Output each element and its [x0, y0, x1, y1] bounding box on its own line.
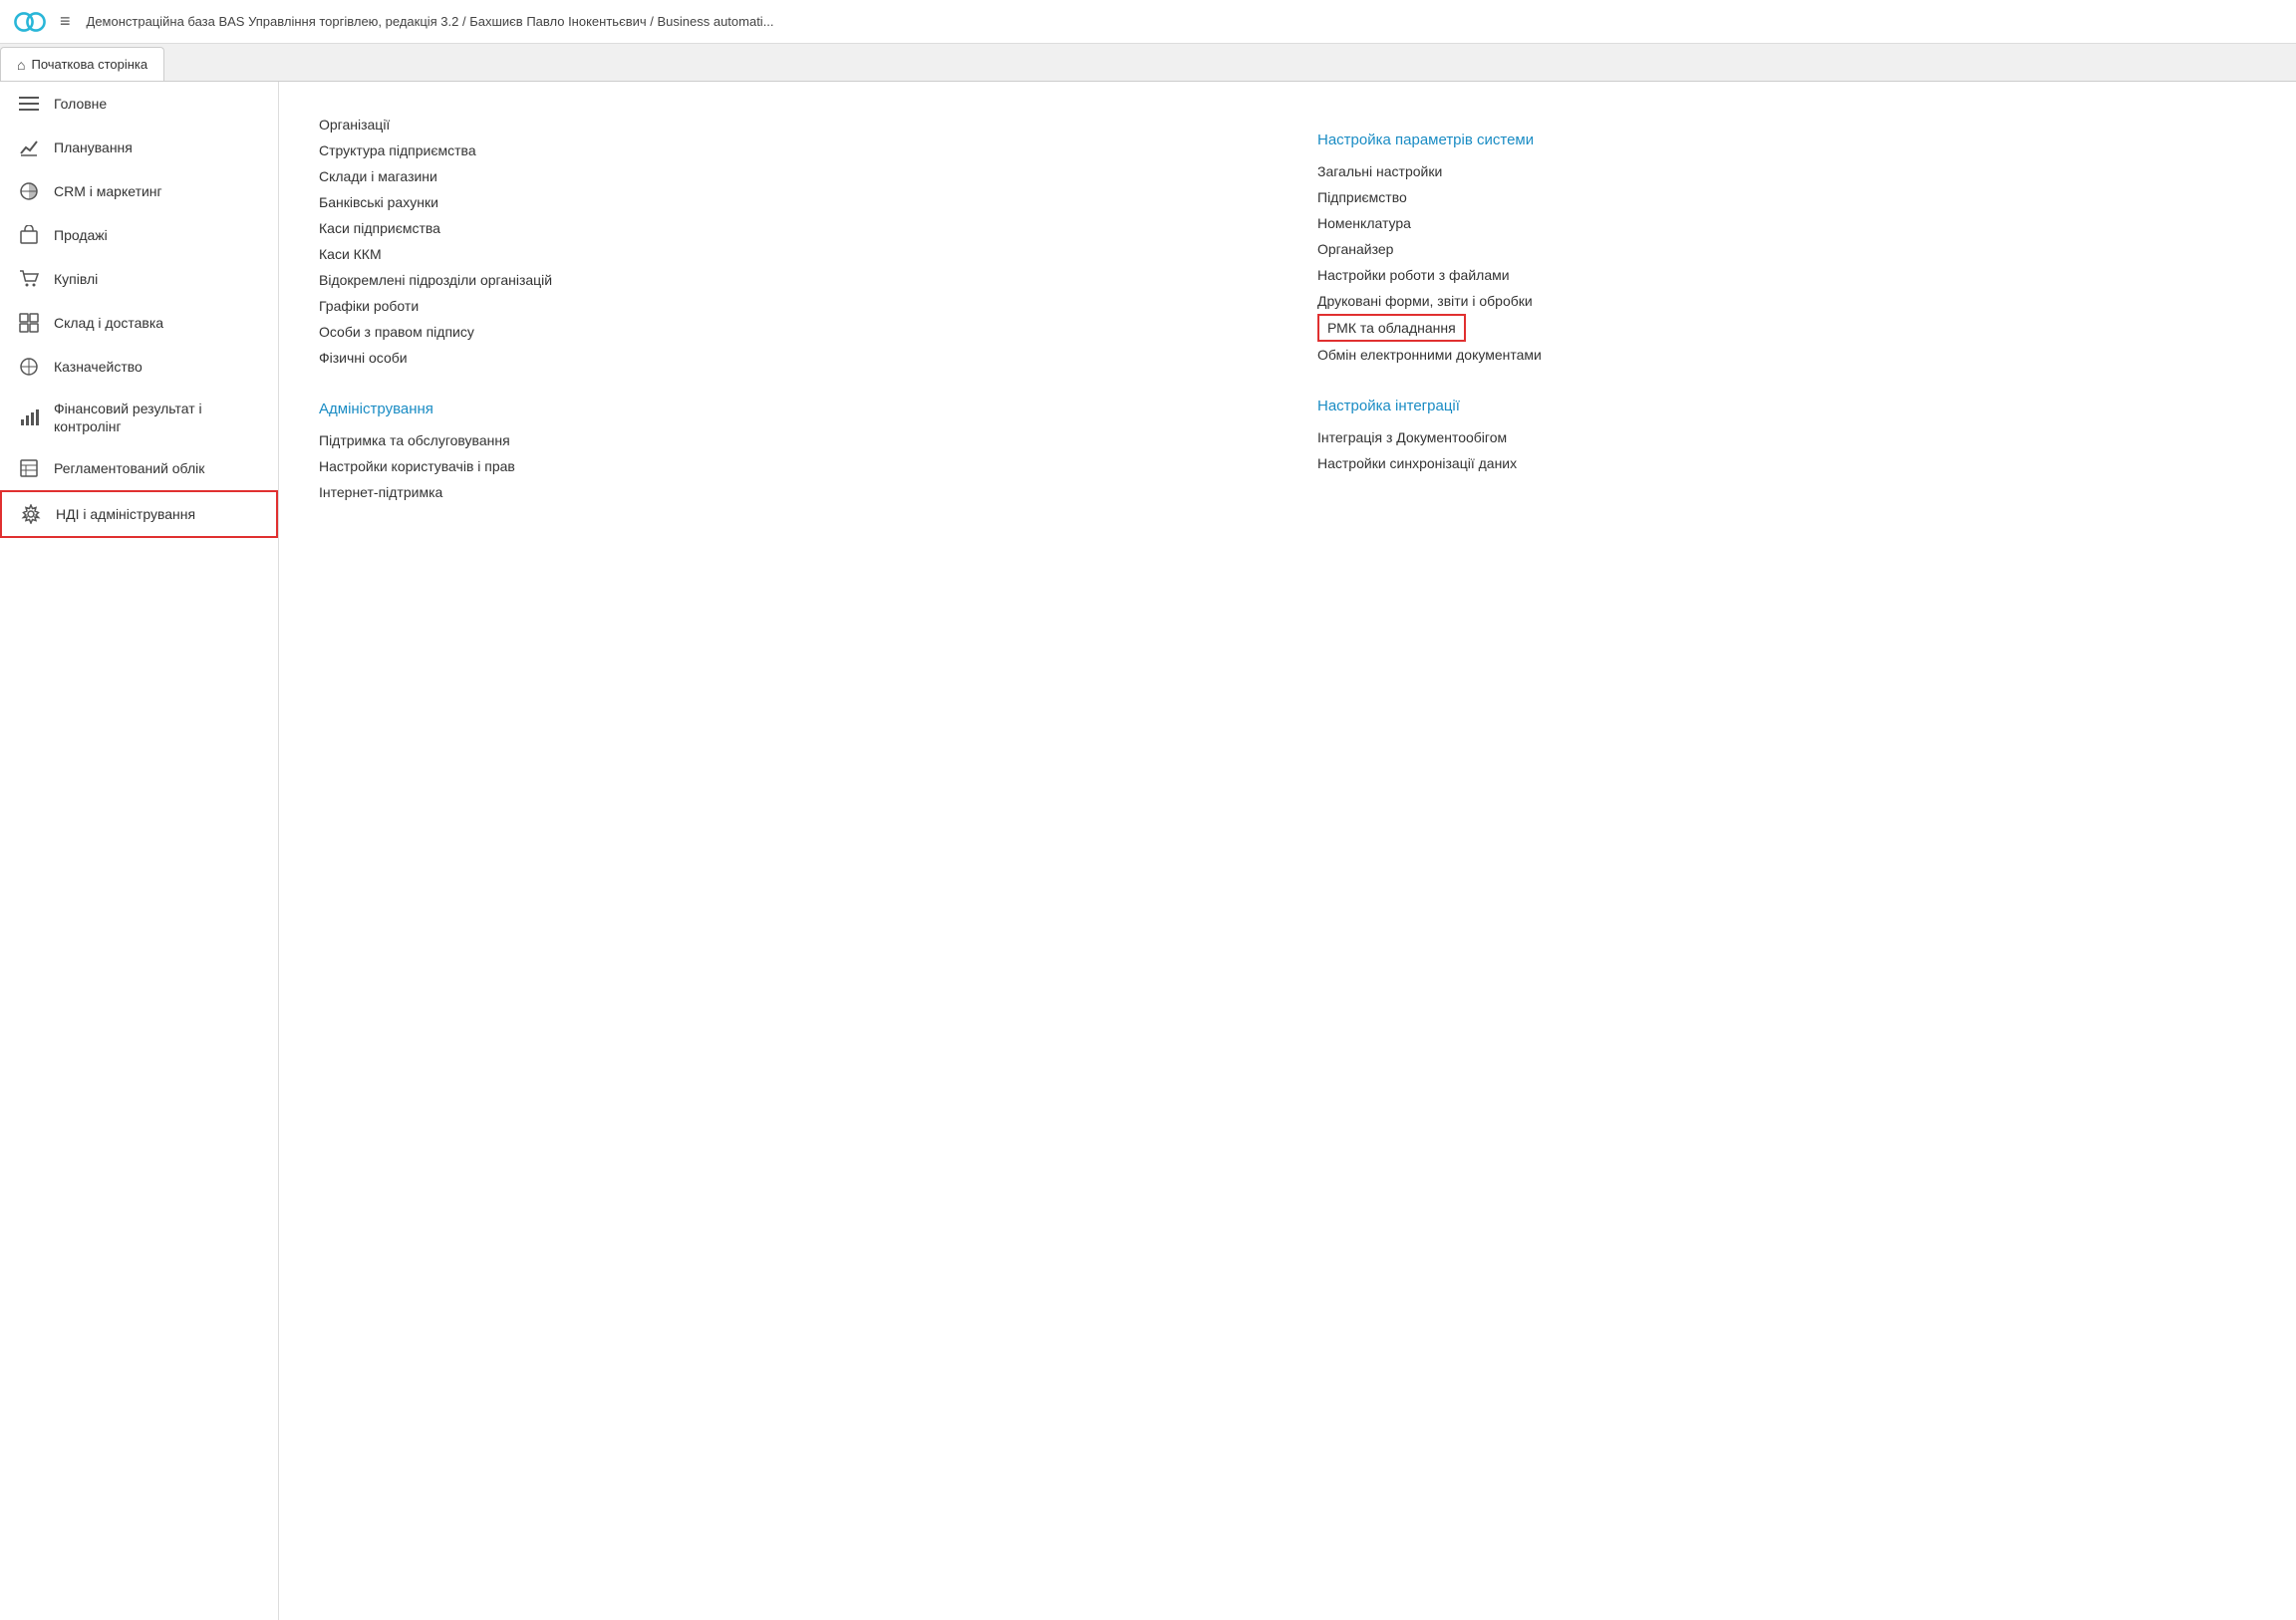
sidebar-label-treasury: Казначейство	[54, 358, 143, 376]
logo	[12, 10, 48, 34]
regulated-icon	[18, 457, 40, 479]
treasury-icon	[18, 356, 40, 378]
planning-icon	[18, 136, 40, 158]
sidebar-item-sales[interactable]: Продажі	[0, 213, 278, 257]
crm-icon	[18, 180, 40, 202]
list-item[interactable]: Обмін електронними документами	[1317, 342, 2256, 368]
sidebar-item-ndi[interactable]: НДІ і адміністрування	[0, 490, 278, 538]
sidebar-label-planning: Планування	[54, 138, 133, 156]
list-item[interactable]: Настройки синхронізації даних	[1317, 450, 2256, 476]
sidebar-item-warehouse[interactable]: Склад і доставка	[0, 301, 278, 345]
warehouse-icon	[18, 312, 40, 334]
list-item[interactable]: Банківські рахунки	[319, 189, 1258, 215]
list-item[interactable]: Склади і магазини	[319, 163, 1258, 189]
list-item[interactable]: Друковані форми, звіти і обробки	[1317, 288, 2256, 314]
tabbar: ⌂ Початкова сторінка	[0, 44, 2296, 82]
system-settings-section: Настройка параметрів системи Загальні на…	[1317, 132, 2256, 368]
topbar: ≡ Демонстраційна база BAS Управління тор…	[0, 0, 2296, 44]
sidebar-label-main: Головне	[54, 95, 107, 113]
list-item[interactable]: Каси підприємства	[319, 215, 1258, 241]
list-item[interactable]: Номенклатура	[1317, 210, 2256, 236]
list-item[interactable]: Настройки роботи з файлами	[1317, 262, 2256, 288]
sidebar-item-purchases[interactable]: Купівлі	[0, 257, 278, 301]
content-area: ОрганізаціїСтруктура підприємстваСклади …	[279, 82, 2296, 1620]
hamburger-icon[interactable]: ≡	[60, 11, 71, 32]
sidebar-item-finance[interactable]: Фінансовий результат і контролінг	[0, 389, 278, 446]
list-item[interactable]: Особи з правом підпису	[319, 319, 1258, 345]
list-item[interactable]: Відокремлені підрозділи організацій	[319, 267, 1258, 293]
list-item[interactable]: Загальні настройки	[1317, 158, 2256, 184]
sidebar-label-finance: Фінансовий результат і контролінг	[54, 400, 260, 435]
content-col-right: Настройка параметрів системи Загальні на…	[1317, 112, 2256, 535]
sidebar-item-crm[interactable]: CRM і маркетинг	[0, 169, 278, 213]
sidebar-label-regulated: Регламентований облік	[54, 459, 204, 477]
ndi-icon	[20, 503, 42, 525]
list-item[interactable]: Структура підприємства	[319, 137, 1258, 163]
main-layout: Головне Планування CRM і маркетинг Продажі К…	[0, 82, 2296, 1620]
sidebar: Головне Планування CRM і маркетинг Продажі К…	[0, 82, 279, 1620]
list-item[interactable]: Підприємство	[1317, 184, 2256, 210]
system-settings-title: Настройка параметрів системи	[1317, 132, 2256, 148]
home-tab-label: Початкова сторінка	[31, 57, 147, 72]
home-icon: ⌂	[17, 57, 25, 73]
admin-section: Адміністрування Підтримка та обслуговува…	[319, 401, 1258, 505]
sidebar-label-purchases: Купівлі	[54, 270, 98, 288]
list-item[interactable]: Органайзер	[1317, 236, 2256, 262]
list-item[interactable]: Організації	[319, 112, 1258, 137]
admin-links: Підтримка та обслуговуванняНастройки кор…	[319, 427, 1258, 505]
content-col-left: ОрганізаціїСтруктура підприємстваСклади …	[319, 112, 1258, 535]
sidebar-label-sales: Продажі	[54, 226, 108, 244]
sidebar-item-main[interactable]: Головне	[0, 82, 278, 126]
list-item[interactable]: Каси ККМ	[319, 241, 1258, 267]
list-item[interactable]: РМК та обладнання	[1317, 314, 1466, 342]
home-tab[interactable]: ⌂ Початкова сторінка	[0, 47, 164, 81]
list-item[interactable]: Графіки роботи	[319, 293, 1258, 319]
list-item[interactable]: Підтримка та обслуговування	[319, 427, 1258, 453]
sidebar-label-ndi: НДІ і адміністрування	[56, 505, 195, 523]
main-links-section: ОрганізаціїСтруктура підприємстваСклади …	[319, 112, 1258, 371]
list-item[interactable]: Інтеграція з Документообігом	[1317, 424, 2256, 450]
integration-links: Інтеграція з ДокументообігомНастройки си…	[1317, 424, 2256, 476]
sidebar-item-planning[interactable]: Планування	[0, 126, 278, 169]
admin-section-title: Адміністрування	[319, 401, 1258, 417]
system-settings-links: Загальні настройкиПідприємствоНоменклату…	[1317, 158, 2256, 368]
list-item[interactable]: Інтернет-підтримка	[319, 479, 1258, 505]
list-item[interactable]: Фізичні особи	[319, 345, 1258, 371]
integration-section: Настройка інтеграції Інтеграція з Докуме…	[1317, 398, 2256, 476]
purchases-icon	[18, 268, 40, 290]
breadcrumb-text: Демонстраційна база BAS Управління торгі…	[87, 14, 774, 29]
list-item[interactable]: Настройки користувачів і прав	[319, 453, 1258, 479]
integration-section-title: Настройка інтеграції	[1317, 398, 2256, 414]
sidebar-label-crm: CRM і маркетинг	[54, 182, 162, 200]
main-icon	[18, 93, 40, 115]
sidebar-label-warehouse: Склад і доставка	[54, 314, 163, 332]
sidebar-item-treasury[interactable]: Казначейство	[0, 345, 278, 389]
finance-icon	[18, 406, 40, 428]
content-columns: ОрганізаціїСтруктура підприємстваСклади …	[319, 112, 2256, 535]
sales-icon	[18, 224, 40, 246]
sidebar-item-regulated[interactable]: Регламентований облік	[0, 446, 278, 490]
